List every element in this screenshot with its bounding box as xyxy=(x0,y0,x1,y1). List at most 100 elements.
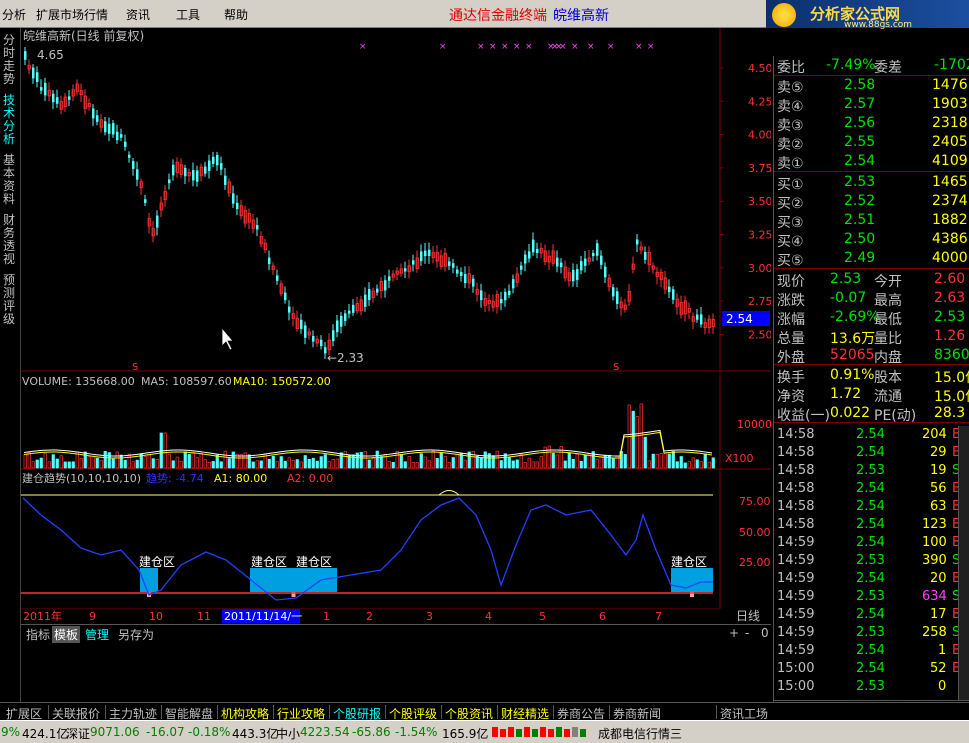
candle-body-down xyxy=(304,325,307,338)
volume-bar xyxy=(111,458,115,469)
sell-row: 卖③ 2.56 2318 xyxy=(777,115,968,134)
buy-row: 买① 2.53 1465 xyxy=(777,174,968,193)
stat-row: 总量 13.6万 量比 1.26 xyxy=(777,328,966,347)
pink-x-marker: × xyxy=(647,42,655,52)
volume-bar xyxy=(375,450,379,469)
volume-bar xyxy=(435,458,439,469)
candle-body-down xyxy=(600,255,603,265)
candle-body-down xyxy=(668,286,671,292)
menu-news[interactable]: 资讯 xyxy=(126,6,150,23)
tab-fundamentals[interactable]: 基本资料 xyxy=(3,154,18,206)
indicator-panel[interactable]: 建仓趋势(10,10,10,10) 趋势: -4.74 A1: 80.00 A2… xyxy=(21,470,771,608)
candle-body-down xyxy=(644,252,647,260)
volume-bar xyxy=(215,454,219,469)
candle-body-down xyxy=(332,330,335,342)
tab-financials[interactable]: 财务透视 xyxy=(3,214,18,266)
candle-body-down xyxy=(528,251,531,259)
tick-row: 14:59 2.53 390 S xyxy=(777,553,961,568)
volume-bar xyxy=(451,457,455,469)
tab-forecast[interactable]: 预测评级 xyxy=(3,274,18,326)
candle-body-down xyxy=(172,164,175,176)
price-chart[interactable]: 皖维高新(日线 前复权) 4.65 4.50 4.25 4.00 3.75 3.50 3.… xyxy=(21,28,771,372)
menu-tools[interactable]: 工具 xyxy=(176,6,200,23)
status-mini-bar xyxy=(556,727,562,737)
pink-x-marker: × xyxy=(635,42,643,52)
volume-panel[interactable]: VOLUME: 135668.00 MA5: 108597.60 MA10: 1… xyxy=(21,372,771,470)
date-label-10: 10 xyxy=(149,610,163,623)
status-mini-bar xyxy=(572,727,578,737)
volume-bar xyxy=(279,456,283,469)
ma10-label: MA10: 150572.00 xyxy=(233,375,331,388)
menu-ext-market[interactable]: 扩展市场行情 xyxy=(36,6,108,23)
candle-body-down xyxy=(256,225,259,230)
candle-body-down xyxy=(284,292,287,301)
status-sz-pct: -0.18% xyxy=(188,725,231,739)
zoom-in-button[interactable]: + xyxy=(727,626,741,640)
status-sz-value: 9071.06 xyxy=(90,725,140,739)
candle-body-down xyxy=(144,199,147,203)
menu-analysis[interactable]: 分析 xyxy=(2,6,26,23)
candle-body-down xyxy=(456,269,459,274)
candle-body-down xyxy=(428,249,431,256)
volume-bar xyxy=(419,453,423,469)
candle-body-down xyxy=(384,280,387,291)
volume-bar xyxy=(107,452,111,469)
pink-x-marker: × xyxy=(489,42,497,52)
buy-row: 买⑤ 2.49 4000 xyxy=(777,250,968,269)
indicator-axis-label: 75.00 xyxy=(739,495,771,508)
indicator-name: 建仓趋势(10,10,10,10) xyxy=(22,471,141,485)
volume-bar xyxy=(103,450,107,469)
volume-bar xyxy=(211,461,215,469)
date-label-2: 2 xyxy=(366,610,373,623)
volume-bar xyxy=(323,454,327,469)
tab-template[interactable]: 模板 xyxy=(52,626,81,643)
pink-x-marker: × xyxy=(559,42,567,52)
volume-bar xyxy=(311,457,315,469)
candle-body-down xyxy=(420,251,423,262)
candle-body-down xyxy=(204,166,207,174)
pink-x-marker: × xyxy=(501,42,509,52)
status-mini-bar xyxy=(524,727,530,737)
candle-body-down xyxy=(460,272,463,277)
candle-body-down xyxy=(220,163,223,170)
tab-technical[interactable]: 技术分析 xyxy=(3,94,18,146)
tab-indicator[interactable]: 指标 xyxy=(24,626,52,643)
candle-body-down xyxy=(556,257,559,267)
zoom-out-button[interactable]: - xyxy=(743,626,751,640)
tab-save-as[interactable]: 另存为 xyxy=(116,626,156,643)
indicator-axis-label: 50.00 xyxy=(739,526,771,539)
candle-body-down xyxy=(184,167,187,177)
candle-body-down xyxy=(480,290,483,301)
tab-manage[interactable]: 管理 xyxy=(83,626,111,643)
low-label: ←2.33 xyxy=(327,351,364,365)
stat-row: 外盘52065内盘83603 xyxy=(777,347,969,366)
volume-bar xyxy=(95,457,99,469)
zoom-reset-button[interactable]: 0 xyxy=(759,626,771,640)
date-axis: 2011年 9 10 11 2011/11/14/一 1 2 3 4 5 6 7… xyxy=(21,608,771,624)
candle-body-down xyxy=(464,274,467,284)
tick-scrollbar[interactable] xyxy=(958,426,969,700)
volume-bar xyxy=(499,460,503,469)
volume-bar xyxy=(651,453,655,469)
price-axis-label: 4.50 xyxy=(748,62,771,75)
price-axis-label: 3.50 xyxy=(748,195,771,208)
candle-body-down xyxy=(56,97,59,104)
function-bar: 扩展区 关联报价 主力轨迹 智能解盘 机构攻略 行业攻略 个股研报 个股评级 个股资讯 财经精选券… xyxy=(0,702,969,721)
zone-label-1: 建仓区 xyxy=(139,555,175,569)
volume-bar xyxy=(315,460,319,469)
volume-bar xyxy=(123,459,127,469)
tick-row: 14:58 2.54 56 B xyxy=(777,481,961,496)
candle-body-down xyxy=(376,288,379,293)
status-zx-label: 中小 xyxy=(276,727,301,741)
candle-body-down xyxy=(388,276,391,281)
candle-body-down xyxy=(696,314,699,320)
candle-body-down xyxy=(96,115,99,122)
buy-row: 买④ 2.50 4386 xyxy=(777,231,968,250)
menu-help[interactable]: 帮助 xyxy=(224,6,248,23)
candle-body-down xyxy=(212,156,215,164)
pink-x-marker: × xyxy=(525,42,533,52)
date-label-year: 2011年 xyxy=(23,609,62,623)
pink-x-marker: × xyxy=(571,42,579,52)
period-label[interactable]: 日线 xyxy=(736,609,760,623)
tab-intraday[interactable]: 分时走势 xyxy=(3,34,18,86)
